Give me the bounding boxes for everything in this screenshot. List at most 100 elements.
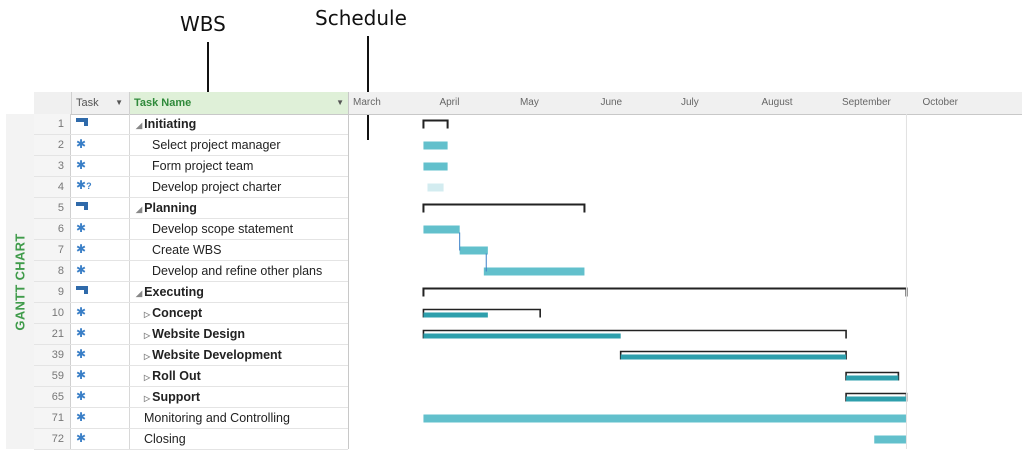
task-name-cell[interactable]: Develop scope statement (130, 219, 370, 239)
rollup-task-bar[interactable] (423, 312, 488, 318)
task-mode-cell[interactable] (72, 198, 130, 218)
rollup-task-bar[interactable] (620, 354, 847, 360)
task-mode-cell[interactable]: ✱ (72, 219, 130, 239)
row-number[interactable]: 4 (34, 177, 71, 197)
task-name-cell[interactable]: Monitoring and Controlling (130, 408, 362, 428)
row-number[interactable]: 7 (34, 240, 71, 260)
task-name-text: Monitoring and Controlling (144, 411, 290, 425)
task-name-cell[interactable]: Create WBS (130, 240, 370, 260)
task-bar[interactable] (874, 435, 907, 444)
rollup-task-bar[interactable] (846, 396, 907, 402)
task-row[interactable]: 3 ✱ Form project team (34, 156, 348, 177)
row-number[interactable]: 8 (34, 261, 71, 281)
task-mode-cell[interactable]: ✱ (72, 408, 130, 428)
task-row[interactable]: 9 ◢ Executing (34, 282, 348, 303)
task-name-cell[interactable]: ▷ Roll Out (130, 366, 362, 386)
row-number[interactable]: 59 (34, 366, 71, 386)
row-number[interactable]: 3 (34, 156, 71, 176)
view-side-tab[interactable]: GANTT CHART (6, 114, 35, 449)
task-mode-cell[interactable]: ✱ (72, 429, 130, 449)
task-bar[interactable] (423, 414, 907, 423)
task-bar[interactable] (423, 162, 448, 171)
task-row[interactable]: 2 ✱ Select project manager (34, 135, 348, 156)
row-number[interactable]: 5 (34, 198, 71, 218)
expand-triangle-icon[interactable]: ▷ (144, 310, 150, 319)
task-name-cell[interactable]: ◢ Planning (130, 198, 354, 218)
summary-bar[interactable] (422, 119, 449, 129)
task-mode-cell[interactable]: ✱ (72, 135, 130, 155)
task-row[interactable]: 8 ✱ Develop and refine other plans (34, 261, 348, 282)
row-number[interactable]: 39 (34, 345, 71, 365)
expand-triangle-icon[interactable]: ▷ (144, 394, 150, 403)
expand-triangle-icon[interactable]: ▷ (144, 373, 150, 382)
task-mode-cell[interactable]: ✱? (72, 177, 130, 197)
task-name-cell[interactable]: ◢ Initiating (130, 114, 354, 134)
collapse-triangle-icon[interactable]: ◢ (136, 205, 142, 214)
task-name-cell[interactable]: ▷ Concept (130, 303, 362, 323)
task-row[interactable]: 71 ✱ Monitoring and Controlling (34, 408, 348, 429)
task-mode-cell[interactable]: ✱ (72, 345, 130, 365)
task-row[interactable]: 6 ✱ Develop scope statement (34, 219, 348, 240)
task-mode-cell[interactable]: ✱ (72, 261, 130, 281)
collapse-triangle-icon[interactable]: ◢ (136, 121, 142, 130)
task-mode-column-header[interactable]: Task ▼ (72, 92, 130, 114)
row-number[interactable]: 6 (34, 219, 71, 239)
task-mode-cell[interactable]: ✱ (72, 303, 130, 323)
row-number[interactable]: 21 (34, 324, 71, 344)
task-row[interactable]: 72 ✱ Closing (34, 429, 348, 450)
row-number[interactable]: 10 (34, 303, 71, 323)
task-row[interactable]: 59 ✱ ▷ Roll Out (34, 366, 348, 387)
task-name-cell[interactable]: Closing (130, 429, 362, 449)
task-row[interactable]: 39 ✱ ▷ Website Development (34, 345, 348, 366)
task-mode-cell[interactable]: ✱ (72, 366, 130, 386)
dropdown-arrow-icon[interactable]: ▼ (336, 92, 344, 114)
task-row[interactable]: 10 ✱ ▷ Concept (34, 303, 348, 324)
timescale-header: March April May June July August September Octo… (349, 92, 1022, 115)
rollup-task-bar[interactable] (846, 375, 899, 381)
row-number[interactable]: 65 (34, 387, 71, 407)
task-row[interactable]: 21 ✱ ▷ Website Design (34, 324, 348, 345)
task-mode-cell[interactable]: ✱ (72, 156, 130, 176)
placeholder-bar[interactable] (427, 183, 444, 192)
task-mode-cell[interactable]: ✱ (72, 324, 130, 344)
rollup-task-bar[interactable] (423, 333, 621, 339)
expand-triangle-icon[interactable]: ▷ (144, 331, 150, 340)
summary-bar[interactable] (422, 203, 586, 213)
task-name-text: Create WBS (152, 243, 222, 257)
task-row[interactable]: 7 ✱ Create WBS (34, 240, 348, 261)
collapse-triangle-icon[interactable]: ◢ (136, 289, 142, 298)
task-bar[interactable] (423, 141, 448, 150)
select-all-corner[interactable] (34, 92, 72, 114)
task-name-cell[interactable]: ▷ Support (130, 387, 362, 407)
row-number[interactable]: 71 (34, 408, 71, 428)
task-name-cell[interactable]: ◢ Executing (130, 282, 354, 302)
task-name-column-header[interactable]: Task Name ▼ (130, 92, 348, 114)
task-mode-cell[interactable]: ✱ (72, 387, 130, 407)
task-row[interactable]: 65 ✱ ▷ Support (34, 387, 348, 408)
task-name-cell[interactable]: Form project team (130, 156, 370, 176)
task-name-cell[interactable]: Select project manager (130, 135, 370, 155)
task-bar[interactable] (423, 225, 460, 234)
task-row[interactable]: 1 ◢ Initiating (34, 114, 348, 135)
row-number[interactable]: 72 (34, 429, 71, 449)
task-name-cell[interactable]: ▷ Website Design (130, 324, 362, 344)
timescale-month-label: September (841, 97, 891, 108)
row-number[interactable]: 2 (34, 135, 71, 155)
summary-bar[interactable] (422, 287, 908, 297)
task-bar[interactable] (459, 246, 488, 255)
row-number[interactable]: 9 (34, 282, 71, 302)
dropdown-arrow-icon[interactable]: ▼ (115, 92, 123, 114)
task-mode-cell[interactable]: ✱ (72, 240, 130, 260)
task-mode-cell[interactable] (72, 282, 130, 302)
expand-triangle-icon[interactable]: ▷ (144, 352, 150, 361)
task-grid: Task ▼ Task Name ▼ 1 ◢ Initiating 2 ✱ Select … (34, 92, 348, 450)
row-number[interactable]: 1 (34, 114, 71, 134)
task-name-cell[interactable]: Develop and refine other plans (130, 261, 370, 281)
task-mode-cell[interactable] (72, 114, 130, 134)
pin-icon: ✱ (76, 137, 87, 151)
task-name-cell[interactable]: Develop project charter (130, 177, 370, 197)
task-bar[interactable] (483, 267, 585, 276)
task-row[interactable]: 4 ✱? Develop project charter (34, 177, 348, 198)
task-name-cell[interactable]: ▷ Website Development (130, 345, 362, 365)
task-row[interactable]: 5 ◢ Planning (34, 198, 348, 219)
